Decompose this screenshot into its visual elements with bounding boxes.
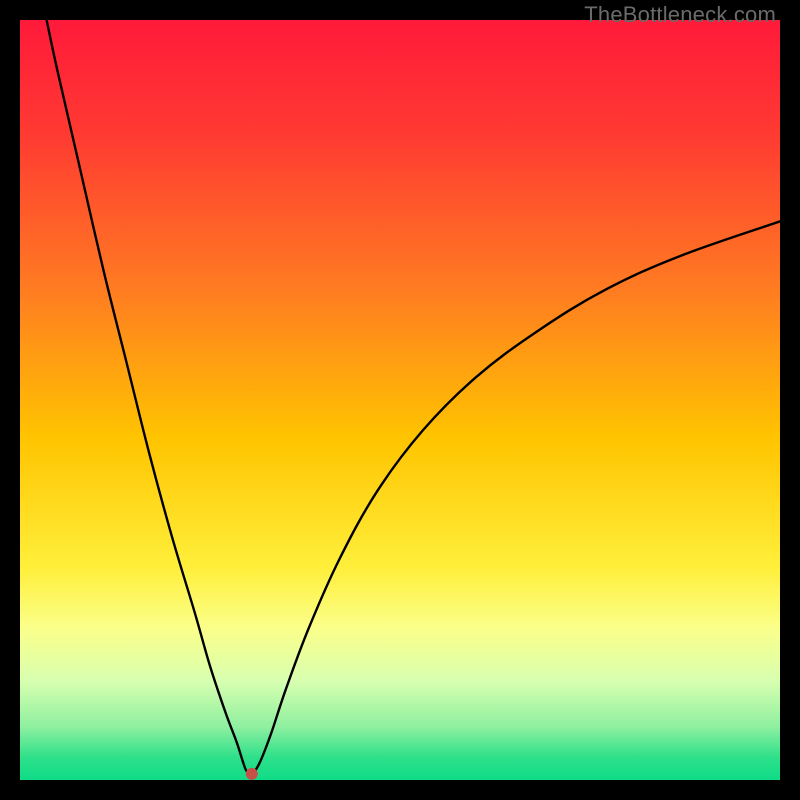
gradient-background	[20, 20, 780, 780]
bottleneck-chart	[20, 20, 780, 780]
optimal-point-marker	[246, 768, 258, 780]
chart-frame	[20, 20, 780, 780]
watermark-text: TheBottleneck.com	[584, 2, 776, 28]
